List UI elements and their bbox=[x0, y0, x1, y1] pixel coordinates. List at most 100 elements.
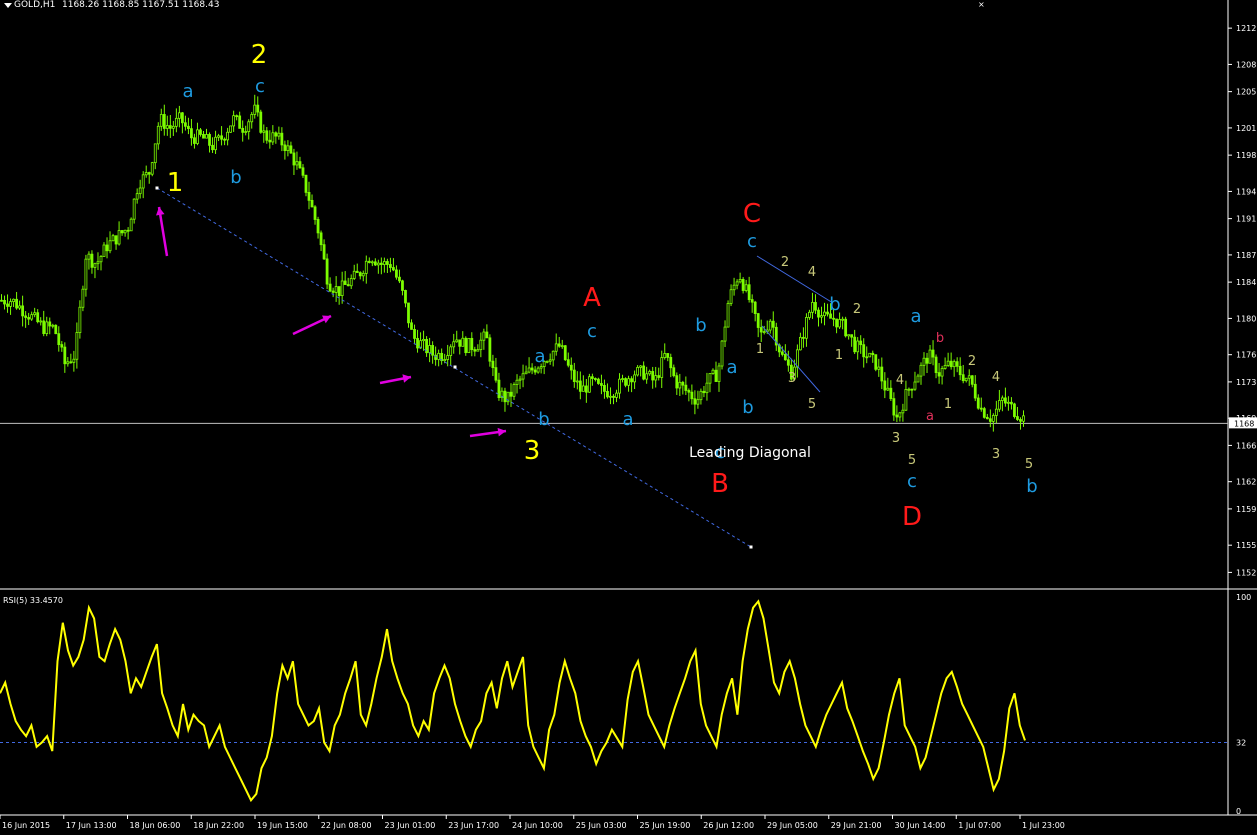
candle-body bbox=[681, 381, 685, 386]
wave-label: 1 bbox=[167, 168, 184, 198]
rsi-tick-label: 0 bbox=[1236, 807, 1241, 816]
candle-body bbox=[600, 383, 603, 386]
candle-body bbox=[729, 289, 733, 304]
wave-label: c bbox=[907, 471, 917, 492]
candle-body bbox=[741, 278, 745, 291]
candle-body bbox=[820, 315, 823, 318]
candle-body bbox=[1000, 397, 1004, 401]
wave-label: a bbox=[926, 409, 934, 424]
candle-body bbox=[563, 345, 567, 361]
candle-body bbox=[27, 317, 31, 320]
candle-body bbox=[856, 340, 860, 353]
close-icon[interactable]: × bbox=[978, 0, 985, 9]
candle-body bbox=[144, 172, 148, 176]
candle-body bbox=[675, 375, 679, 389]
candle-body bbox=[81, 288, 85, 308]
candle-body bbox=[551, 350, 555, 361]
candle-body bbox=[630, 378, 633, 383]
time-tick-label: 29 Jun 05:00 bbox=[767, 821, 818, 830]
candle-body bbox=[84, 258, 88, 290]
candle-body bbox=[603, 385, 606, 392]
candle-body bbox=[780, 351, 784, 355]
candle-body bbox=[961, 374, 965, 382]
candle-body bbox=[407, 302, 410, 324]
candle-body bbox=[557, 343, 561, 347]
candle-body bbox=[524, 371, 528, 375]
candle-body bbox=[117, 230, 121, 245]
time-tick-label: 26 Jun 12:00 bbox=[703, 821, 754, 830]
candle-body bbox=[633, 374, 636, 383]
candle-body bbox=[768, 320, 772, 331]
candle-body bbox=[123, 229, 127, 234]
candle-body bbox=[747, 284, 751, 300]
candle-body bbox=[618, 378, 621, 394]
candle-body bbox=[319, 232, 323, 246]
candle-body bbox=[401, 280, 404, 291]
candle-body bbox=[75, 332, 79, 360]
candle-body bbox=[913, 381, 917, 390]
candle-body bbox=[985, 416, 989, 420]
candle-body bbox=[886, 387, 890, 391]
candle-body bbox=[473, 349, 477, 352]
candle-body bbox=[597, 378, 600, 384]
candle-body bbox=[518, 378, 522, 381]
candle-body bbox=[811, 302, 814, 313]
candle-body bbox=[814, 302, 817, 311]
candle-body bbox=[964, 377, 968, 382]
candle-body bbox=[331, 290, 335, 293]
candle-body bbox=[241, 127, 245, 133]
trendline-anchor bbox=[453, 365, 457, 369]
candle-body bbox=[120, 230, 124, 234]
price-tick-label: 1162 bbox=[1236, 478, 1256, 487]
candle-body bbox=[292, 152, 296, 166]
candle-body bbox=[991, 415, 995, 422]
chart-menu-arrow-icon[interactable] bbox=[4, 3, 12, 8]
candle-body bbox=[138, 187, 142, 195]
candle-body bbox=[105, 244, 109, 252]
candle-body bbox=[880, 366, 884, 382]
wave-label: b bbox=[829, 294, 840, 315]
candle-body bbox=[337, 286, 341, 296]
price-tick-label: 1201 bbox=[1236, 124, 1256, 133]
candle-body bbox=[533, 369, 537, 373]
candle-body bbox=[373, 261, 377, 266]
candle-body bbox=[572, 369, 576, 382]
price-tick-label: 1173 bbox=[1236, 378, 1256, 387]
candle-body bbox=[455, 339, 459, 343]
candle-body bbox=[687, 390, 691, 393]
candle-body bbox=[578, 380, 582, 392]
candle-body bbox=[295, 161, 299, 166]
wave-label: 1 bbox=[944, 397, 952, 412]
candle-body bbox=[488, 337, 492, 362]
candle-body bbox=[265, 130, 269, 141]
candle-body bbox=[955, 361, 959, 367]
candle-body bbox=[759, 327, 763, 333]
candle-body bbox=[361, 272, 365, 277]
candle-body bbox=[352, 270, 356, 279]
candle-body bbox=[895, 414, 899, 418]
candle-body bbox=[958, 365, 962, 376]
candle-body bbox=[898, 412, 902, 418]
candle-body bbox=[976, 397, 980, 409]
candle-body bbox=[464, 337, 468, 354]
candle-body bbox=[693, 398, 697, 405]
candle-body bbox=[874, 354, 878, 370]
wave-label: 2 bbox=[853, 302, 861, 317]
candle-body bbox=[99, 256, 103, 263]
candle-body bbox=[392, 267, 395, 271]
magenta-arrow-icon bbox=[469, 427, 507, 438]
wave-label: c bbox=[255, 76, 265, 97]
candle-body bbox=[952, 361, 956, 368]
candle-body bbox=[1007, 401, 1010, 404]
candle-body bbox=[799, 336, 802, 351]
price-tick-label: 1191 bbox=[1236, 215, 1256, 224]
candle-body bbox=[594, 378, 597, 380]
candle-body bbox=[889, 387, 893, 400]
candle-body bbox=[349, 278, 353, 287]
candle-body bbox=[310, 199, 314, 208]
price-chart[interactable]: 1212120812051201119811941191118711841180… bbox=[0, 0, 1257, 835]
candle-body bbox=[33, 312, 37, 316]
candle-body bbox=[720, 340, 724, 367]
candle-body bbox=[476, 349, 480, 352]
candle-body bbox=[696, 399, 700, 405]
